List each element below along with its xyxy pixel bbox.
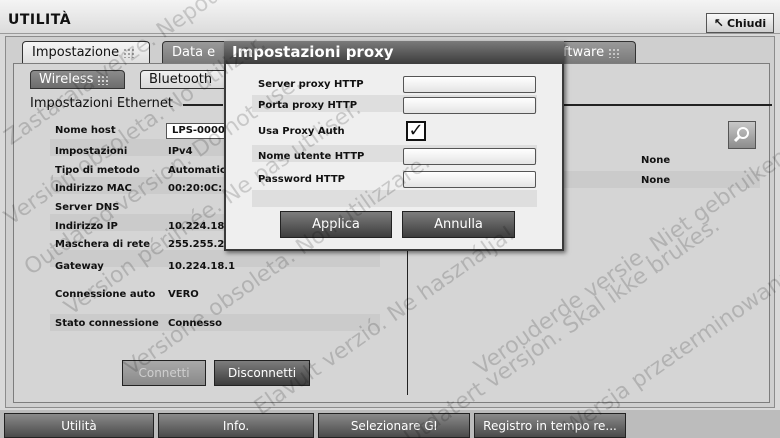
prop-label: Maschera di rete [55, 239, 150, 250]
tab-label: Data e [172, 45, 216, 60]
prop-label: Tipo di metodo [55, 165, 140, 176]
prop-value: 00:20:0C: [168, 183, 223, 194]
nav-selezionare-gi[interactable]: Selezionare GI [318, 413, 470, 438]
right-value: None [641, 175, 671, 186]
grip-icon [123, 47, 136, 58]
section-rule [183, 104, 223, 106]
subtab-wireless[interactable]: Wireless [30, 70, 125, 89]
grip-icon [608, 47, 621, 58]
apply-button[interactable]: Applica [280, 211, 392, 238]
subtab-label: Bluetooth [149, 72, 213, 87]
prop-label: Server DNS [55, 202, 120, 213]
proxy-port-label: Porta proxy HTTP [258, 100, 358, 111]
magnifier-button[interactable] [728, 121, 756, 149]
prop-label: Gateway [55, 261, 104, 272]
disconnect-button[interactable]: Disconnetti [214, 360, 310, 386]
prop-value: 10.224.18 [168, 221, 225, 232]
window-title: UTILITÀ [8, 12, 72, 28]
http-password-input[interactable] [403, 171, 536, 188]
proxy-server-label: Server proxy HTTP [258, 79, 364, 90]
host-name-field[interactable]: LPS-0000 [166, 123, 226, 139]
tab-label: ftware [563, 45, 605, 60]
prop-label: Indirizzo IP [55, 221, 118, 232]
tab-software[interactable]: ftware [556, 41, 636, 63]
prop-label: Stato connessione [55, 318, 159, 329]
nav-utilita[interactable]: Utilità [4, 413, 154, 438]
proxy-port-input[interactable] [403, 97, 536, 114]
prop-label-host: Nome host [55, 125, 116, 136]
prop-value: 10.224.18.1 [168, 261, 236, 272]
subtab-bluetooth[interactable]: Bluetooth [140, 70, 230, 89]
proxy-server-input[interactable] [403, 76, 536, 93]
subtab-label: Wireless [39, 72, 94, 87]
prop-label: Impostazioni [55, 146, 128, 157]
dialog-row-band [252, 190, 537, 207]
section-rule [562, 104, 772, 106]
cancel-button[interactable]: Annulla [402, 211, 515, 238]
ethernet-section-title: Impostazioni Ethernet [30, 96, 177, 111]
nav-info[interactable]: Info. [158, 413, 314, 438]
title-bar: UTILITÀ ↖ Chiudi [0, 0, 780, 34]
prop-value: IPv4 [168, 146, 193, 157]
prop-label: Connessione auto [55, 289, 156, 300]
http-user-label: Nome utente HTTP [258, 151, 365, 162]
close-button[interactable]: ↖ Chiudi [706, 13, 774, 33]
check-icon: ✓ [408, 120, 424, 141]
connect-button[interactable]: Connetti [122, 360, 206, 386]
prop-value: Connesso [168, 318, 223, 329]
proxy-auth-label: Usa Proxy Auth [258, 126, 345, 137]
right-value: None [641, 155, 671, 166]
grip-icon [97, 74, 110, 85]
tab-impostazione[interactable]: Impostazione [22, 41, 150, 63]
prop-value: VERO [168, 289, 199, 300]
nav-registro[interactable]: Registro in tempo re... [474, 413, 626, 438]
close-label: Chiudi [726, 16, 767, 30]
magnifier-icon [733, 127, 749, 143]
prop-value: Automatic [168, 165, 226, 176]
http-password-label: Password HTTP [258, 174, 345, 185]
dialog-title: Impostazioni proxy [224, 41, 564, 64]
arrow-icon: ↖ [713, 16, 724, 30]
prop-label: Indirizzo MAC [55, 183, 132, 194]
proxy-auth-checkbox[interactable]: ✓ [406, 121, 426, 141]
prop-value: 255.255.2 [168, 239, 225, 250]
tab-label: Impostazione [32, 45, 120, 60]
http-user-input[interactable] [403, 148, 536, 165]
